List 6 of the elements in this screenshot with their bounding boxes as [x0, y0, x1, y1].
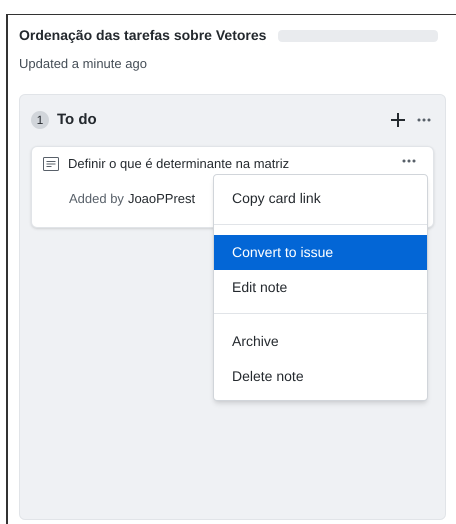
added-by-label: Added by [69, 190, 124, 208]
project-title: Ordenação das tarefas sobre Vetores [19, 26, 266, 45]
updated-time: Updated a minute ago [19, 55, 148, 73]
card-count: 1 [31, 110, 49, 129]
card-title: Definir o que é determinante na matriz [68, 156, 290, 171]
column-title: To do [57, 110, 97, 130]
